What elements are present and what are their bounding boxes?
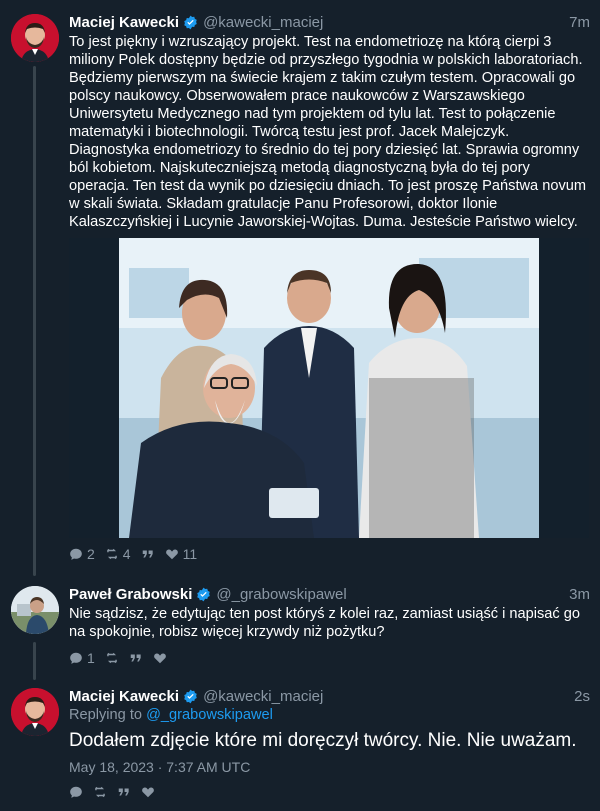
author-handle[interactable]: @kawecki_maciej bbox=[203, 14, 323, 31]
reply-button[interactable]: 1 bbox=[69, 650, 95, 666]
tweet-actions: 1 bbox=[69, 650, 177, 666]
quote-button[interactable] bbox=[141, 547, 155, 561]
retweet-icon bbox=[93, 785, 107, 799]
retweet-icon bbox=[105, 651, 119, 665]
like-button[interactable] bbox=[141, 785, 155, 799]
heart-icon bbox=[141, 785, 155, 799]
heart-icon bbox=[165, 547, 179, 561]
retweet-icon bbox=[105, 547, 119, 561]
author-handle[interactable]: @kawecki_maciej bbox=[203, 688, 323, 705]
reply-icon bbox=[69, 547, 83, 561]
tweet-header: Maciej Kawecki @kawecki_maciej 2s bbox=[69, 686, 590, 706]
author-name[interactable]: Paweł Grabowski bbox=[69, 586, 192, 603]
verified-badge-icon bbox=[183, 15, 198, 30]
tweet-actions bbox=[69, 784, 165, 800]
verified-badge-icon bbox=[196, 587, 211, 602]
tweet-time[interactable]: 7m bbox=[569, 14, 590, 31]
avatar[interactable] bbox=[11, 688, 59, 736]
reply-icon bbox=[69, 785, 83, 799]
tweet-time[interactable]: 2s bbox=[574, 688, 590, 705]
quote-icon bbox=[129, 651, 143, 665]
like-button[interactable]: 11 bbox=[165, 546, 198, 562]
tweet-time[interactable]: 3m bbox=[569, 586, 590, 603]
quote-button[interactable] bbox=[117, 785, 131, 799]
like-count: 11 bbox=[182, 546, 198, 562]
tweet-1[interactable]: Maciej Kawecki @kawecki_maciej 7m To jes… bbox=[0, 12, 600, 572]
tweet-header: Maciej Kawecki @kawecki_maciej 7m bbox=[69, 12, 590, 32]
replying-to: Replying to @_grabowskipawel bbox=[69, 707, 273, 723]
author-name[interactable]: Maciej Kawecki bbox=[69, 14, 179, 31]
tweet-text: Dodałem zdjęcie które mi doręczył twórcy… bbox=[69, 730, 577, 751]
reply-count: 2 bbox=[87, 546, 95, 562]
retweet-count: 4 bbox=[122, 546, 131, 562]
avatar[interactable] bbox=[11, 14, 59, 62]
verified-badge-icon bbox=[183, 689, 198, 704]
reply-count: 1 bbox=[87, 650, 95, 666]
quote-icon bbox=[117, 785, 131, 799]
reply-icon bbox=[69, 651, 83, 665]
quote-icon bbox=[141, 547, 155, 561]
tweet-actions: 2 4 11 bbox=[69, 546, 207, 562]
retweet-button[interactable] bbox=[93, 785, 107, 799]
avatar[interactable] bbox=[11, 586, 59, 634]
reply-button[interactable] bbox=[69, 785, 83, 799]
tweet-thread: Maciej Kawecki @kawecki_maciej 7m To jes… bbox=[0, 0, 600, 811]
tweet-photo[interactable] bbox=[69, 238, 589, 538]
tweet-text: To jest piękny i wzruszający projekt. Te… bbox=[69, 34, 587, 230]
author-handle[interactable]: @_grabowskipawel bbox=[216, 586, 346, 603]
tweet-3[interactable]: Maciej Kawecki @kawecki_maciej 2s Replyi… bbox=[0, 686, 600, 806]
retweet-button[interactable]: 4 bbox=[105, 546, 131, 562]
author-name[interactable]: Maciej Kawecki bbox=[69, 688, 179, 705]
replying-to-label: Replying to bbox=[69, 707, 143, 723]
quote-button[interactable] bbox=[129, 651, 143, 665]
retweet-button[interactable] bbox=[105, 651, 119, 665]
tweet-header: Paweł Grabowski @_grabowskipawel 3m bbox=[69, 584, 590, 604]
replying-to-mention[interactable]: @_grabowskipawel bbox=[146, 707, 273, 723]
tweet-text: Nie sądzisz, że edytując ten post któryś… bbox=[69, 606, 581, 640]
reply-button[interactable]: 2 bbox=[69, 546, 95, 562]
tweet-timestamp[interactable]: May 18, 2023 · 7:37 AM UTC bbox=[69, 759, 250, 775]
tweet-2[interactable]: Paweł Grabowski @_grabowskipawel 3m Nie … bbox=[0, 584, 600, 668]
like-button[interactable] bbox=[153, 651, 167, 665]
heart-icon bbox=[153, 651, 167, 665]
